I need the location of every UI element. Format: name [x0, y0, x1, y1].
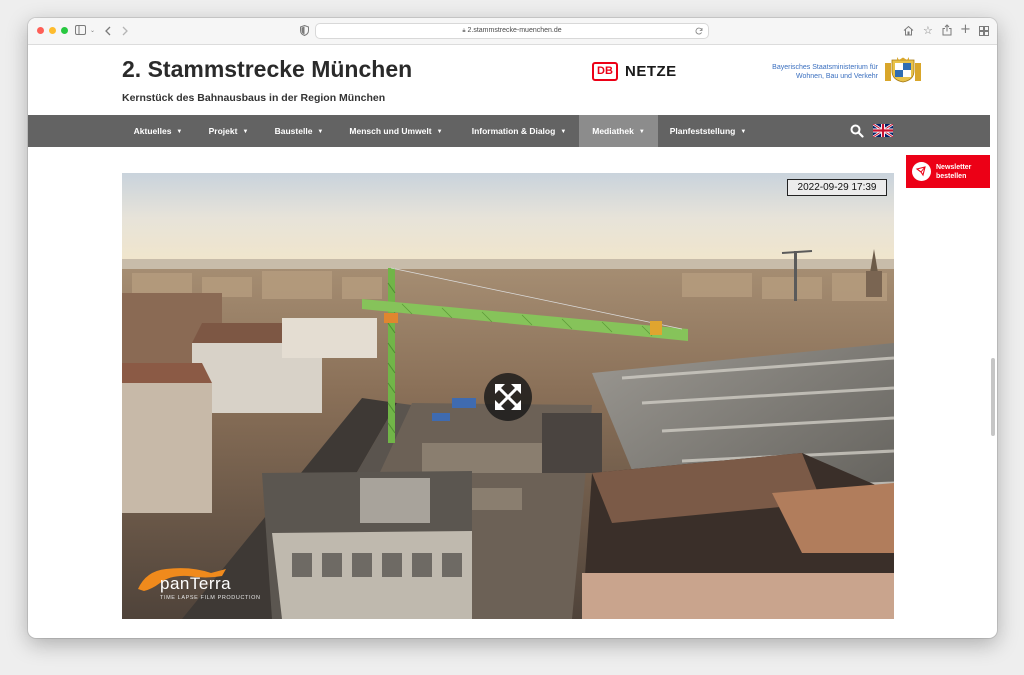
star-icon[interactable]: ☆	[923, 24, 933, 38]
ministry-line-2: Wohnen, Bau und Verkehr	[796, 73, 878, 80]
site-title[interactable]: 2. Stammstrecke München	[122, 56, 412, 83]
chevron-right-icon[interactable]	[122, 26, 128, 40]
caret-down-icon: ▼	[638, 129, 645, 135]
video-timestamp: 2022-09-29 17:39	[787, 179, 887, 196]
db-logo[interactable]: DB	[592, 62, 618, 81]
caret-down-icon: ▼	[317, 129, 324, 135]
chevron-left-icon[interactable]	[105, 26, 111, 40]
caret-down-icon: ▼	[740, 129, 747, 135]
address-bar[interactable]: 🔒︎ 2.stammstrecke-muenchen.de	[315, 23, 709, 39]
newsletter-icon	[912, 162, 931, 181]
caret-down-icon: ▼	[176, 129, 183, 135]
newsletter-label: Newsletter bestellen	[936, 164, 972, 180]
panterra-logo: panTerra TIME LAPSE FILM PRODUCTION	[136, 563, 266, 609]
timelapse-video[interactable]: 2022-09-29 17:39 panTerra TIME LAPSE FIL…	[122, 173, 894, 619]
browser-window: ⌄ 🔒︎ 2.stammstrecke-muenchen.de ☆ + 2. S…	[28, 18, 997, 638]
fullscreen-expand-icon	[495, 384, 521, 410]
nav-item-projekt[interactable]: Projekt ▼	[200, 115, 257, 147]
nav-item-mensch-und-umwelt[interactable]: Mensch und Umwelt ▼	[341, 115, 451, 147]
nav-item-baustelle[interactable]: Baustelle ▼	[267, 115, 331, 147]
close-window-button[interactable]	[37, 27, 44, 34]
zoom-window-button[interactable]	[61, 27, 68, 34]
caret-down-icon: ▼	[242, 129, 249, 135]
lock-icon: 🔒︎	[462, 28, 466, 34]
db-netze-wordmark[interactable]: NETZE	[625, 63, 677, 80]
url-text: 2.stammstrecke-muenchen.de	[467, 27, 562, 34]
bavarian-crest-icon[interactable]	[885, 57, 921, 83]
minimize-window-button[interactable]	[49, 27, 56, 34]
sidebar-icon[interactable]	[75, 25, 86, 39]
uk-flag-icon[interactable]	[873, 124, 893, 137]
caret-down-icon: ▼	[560, 129, 567, 135]
chevron-down-icon[interactable]: ⌄	[90, 24, 95, 38]
search-icon[interactable]	[850, 124, 864, 138]
ministry-name[interactable]: Bayerisches Staatsministerium für Wohnen…	[722, 63, 878, 81]
panterra-tagline: TIME LAPSE FILM PRODUCTION	[160, 595, 261, 601]
address-bar-url: 🔒︎ 2.stammstrecke-muenchen.de	[316, 24, 708, 38]
newsletter-button[interactable]: Newsletter bestellen	[906, 155, 990, 188]
main-navigation: Aktuelles ▼ Projekt ▼ Baustelle ▼ Mensch un…	[28, 115, 990, 147]
nav-item-mediathek[interactable]: Mediathek ▼	[579, 115, 658, 147]
panterra-brand-name: panTerra	[160, 574, 232, 593]
fullscreen-button[interactable]	[484, 373, 532, 421]
reload-icon[interactable]	[695, 27, 703, 35]
caret-down-icon: ▼	[436, 129, 443, 135]
browser-toolbar: ⌄ 🔒︎ 2.stammstrecke-muenchen.de ☆ +	[28, 18, 997, 45]
tab-overview-icon[interactable]	[979, 26, 989, 40]
plus-icon[interactable]: +	[960, 23, 971, 37]
nav-item-planfeststellung[interactable]: Planfeststellung ▼	[663, 115, 753, 147]
page-scrollbar[interactable]	[991, 358, 995, 436]
home-icon[interactable]	[903, 25, 914, 39]
share-icon[interactable]	[942, 24, 952, 38]
site-subtitle: Kernstück des Bahnausbaus in der Region …	[122, 92, 386, 104]
nav-item-aktuelles[interactable]: Aktuelles ▼	[126, 115, 190, 147]
nav-item-information-dialog[interactable]: Information & Dialog ▼	[460, 115, 578, 147]
privacy-shield-icon[interactable]	[300, 25, 309, 39]
ministry-line-1: Bayerisches Staatsministerium für	[772, 64, 878, 71]
